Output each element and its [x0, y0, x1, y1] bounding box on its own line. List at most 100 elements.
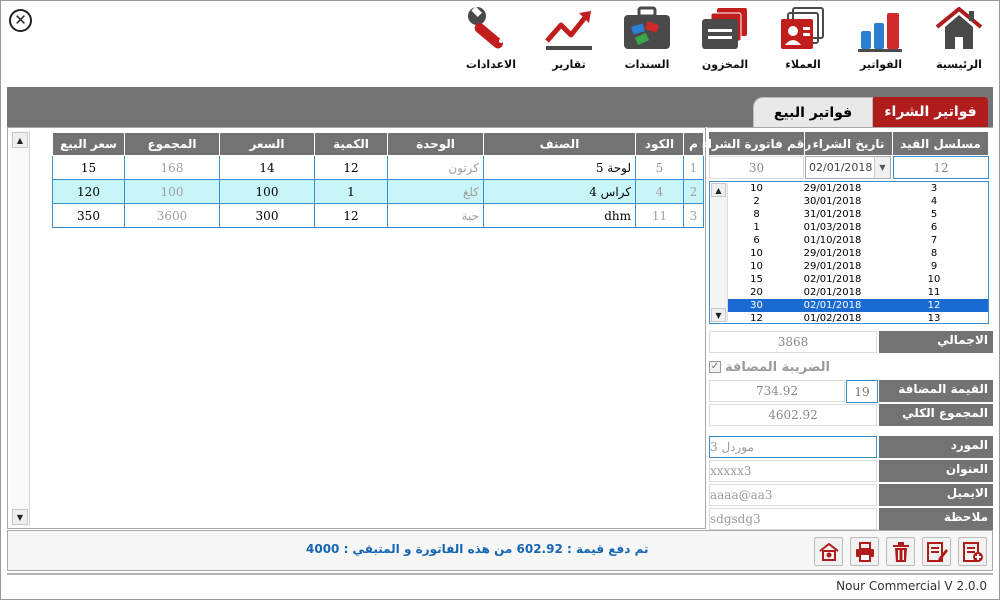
trend-up-icon: [545, 11, 592, 50]
col-header-sell-price[interactable]: سعر البيع: [52, 132, 125, 156]
scroll-up-icon[interactable]: ▲: [12, 132, 28, 148]
col-header-total[interactable]: المجموع: [124, 132, 220, 156]
close-icon[interactable]: ✕: [9, 9, 32, 32]
note-input[interactable]: sdgsdg3: [709, 508, 877, 530]
footer-divider: [7, 573, 993, 575]
list-item-date: 01/10/2018: [803, 235, 862, 246]
col-header-num[interactable]: م: [683, 132, 704, 156]
list-item[interactable]: 6 01/10/2018 7: [728, 234, 988, 247]
toolbar-inventory-button[interactable]: المخزون: [697, 5, 753, 83]
scroll-down-icon[interactable]: ▼: [711, 308, 726, 322]
email-input[interactable]: aaaa@aa3: [709, 484, 877, 506]
cell-item[interactable]: كراس 4: [483, 179, 636, 204]
scroll-down-icon[interactable]: ▼: [12, 509, 28, 525]
invoice-no-input[interactable]: 30: [709, 156, 804, 179]
vat-check-label: الضريبة المضافة: [725, 359, 830, 375]
list-item[interactable]: 10 29/01/2018 9: [728, 260, 988, 273]
items-scrollbar[interactable]: ▲ ▼: [11, 131, 30, 526]
invoice-no-header: رقم فاتورة الشراء: [702, 132, 811, 155]
list-item-inv: 20: [750, 287, 763, 298]
cell-total: 168: [124, 155, 220, 180]
list-item[interactable]: 15 02/01/2018 10: [728, 273, 988, 286]
cell-item[interactable]: لوحة 5: [483, 155, 636, 180]
bar-chart-icon: [858, 13, 902, 52]
tab-sales-invoices[interactable]: فواتير البيع: [753, 97, 873, 127]
cell-unit[interactable]: كلغ: [387, 179, 484, 204]
table-row[interactable]: 120 100 100 1 كلغ كراس 4 4 2: [52, 179, 704, 204]
toolbar-invoices-button[interactable]: الفواتير: [853, 5, 909, 83]
supplier-input[interactable]: موردل 3: [709, 436, 877, 458]
cell-sell-price[interactable]: 350: [52, 203, 125, 228]
vat-checkbox[interactable]: الضريبة المضافة ✓: [709, 357, 879, 377]
purchase-date-value: 02/01/2018: [809, 161, 873, 174]
delete-button[interactable]: [886, 537, 915, 566]
list-item[interactable]: 30 02/01/2018 12: [728, 299, 988, 312]
col-header-unit[interactable]: الوحدة: [387, 132, 484, 156]
chevron-down-icon[interactable]: ▼: [874, 157, 890, 178]
grand-total-value: 4602.92: [709, 404, 877, 426]
app-window: ✕ الرئيسية الفواتير العملاء المخزون السن…: [0, 0, 1000, 600]
toolbar-vouchers-button[interactable]: السندات: [619, 5, 675, 83]
cell-unit[interactable]: حبة: [387, 203, 484, 228]
listbox-scrollbar[interactable]: ▲ ▼: [711, 183, 728, 322]
toolbar-home-button[interactable]: الرئيسية: [931, 5, 987, 83]
list-item-serial: 5: [930, 209, 938, 220]
edit-document-icon: [926, 541, 948, 562]
home-icon: [935, 7, 983, 49]
cell-sell-price[interactable]: 15: [52, 155, 125, 180]
cell-price[interactable]: 100: [219, 179, 315, 204]
invoice-listbox[interactable]: ▲ ▼ 10 29/01/2018 3 2 30/01/2018 4 8 31/01/2018…: [709, 181, 989, 324]
table-row[interactable]: 350 3600 300 12 حبة dhm 11 3: [52, 203, 704, 228]
supplier-label: المورد: [879, 436, 993, 459]
list-item[interactable]: 8 31/01/2018 5: [728, 208, 988, 221]
tab-purchase-invoices[interactable]: فواتير الشراء: [873, 97, 988, 127]
col-header-qty[interactable]: الكمية: [314, 132, 388, 156]
cell-price[interactable]: 300: [219, 203, 315, 228]
cell-unit[interactable]: كرتون: [387, 155, 484, 180]
list-item[interactable]: 12 01/02/2018 13: [728, 312, 988, 325]
col-header-price[interactable]: السعر: [219, 132, 315, 156]
vat-rate-input[interactable]: 19: [846, 380, 878, 403]
table-header-row: سعر البيع المجموع السعر الكمية الوحدة ال…: [52, 132, 704, 156]
vat-amount-value: 734.92: [709, 380, 845, 402]
address-input[interactable]: xxxxx3: [709, 460, 877, 482]
serial-input[interactable]: 12: [893, 156, 989, 179]
list-item[interactable]: 10 29/01/2018 3: [728, 182, 988, 195]
total-value: 3868: [709, 331, 877, 353]
list-item[interactable]: 1 01/03/2018 6: [728, 221, 988, 234]
list-item-serial: 12: [927, 300, 941, 311]
edit-button[interactable]: [922, 537, 951, 566]
checkmark-icon[interactable]: ✓: [709, 361, 721, 373]
list-item-date: 01/03/2018: [803, 222, 862, 233]
list-item[interactable]: 10 29/01/2018 8: [728, 247, 988, 260]
list-item[interactable]: 2 30/01/2018 4: [728, 195, 988, 208]
col-header-code[interactable]: الكود: [635, 132, 684, 156]
invoice-info-panel: مسلسل القيد تاريخ الشراء رقم فاتورة الشر…: [702, 127, 993, 531]
home-document-button[interactable]: [814, 537, 843, 566]
list-item[interactable]: 20 02/01/2018 11: [728, 286, 988, 299]
new-invoice-button[interactable]: [958, 537, 987, 566]
list-item-date: 29/01/2018: [803, 248, 862, 259]
cell-sell-price[interactable]: 120: [52, 179, 125, 204]
cell-qty[interactable]: 12: [314, 155, 388, 180]
cell-num: 2: [683, 179, 704, 204]
scroll-up-icon[interactable]: ▲: [711, 183, 726, 197]
cell-qty[interactable]: 12: [314, 203, 388, 228]
cell-price[interactable]: 14: [219, 155, 315, 180]
cell-code[interactable]: 4: [635, 179, 684, 204]
toolbar-settings-button[interactable]: الاعدادات: [463, 5, 519, 83]
cell-item[interactable]: dhm: [483, 203, 636, 228]
print-button[interactable]: [850, 537, 879, 566]
trash-icon: [892, 541, 909, 562]
cell-code[interactable]: 5: [635, 155, 684, 180]
cell-qty[interactable]: 1: [314, 179, 388, 204]
toolbar-settings-label: الاعدادات: [465, 58, 517, 71]
col-header-item[interactable]: الصنف: [483, 132, 636, 156]
toolbar-clients-label: العملاء: [785, 58, 821, 71]
invoice-list-rows: 10 29/01/2018 3 2 30/01/2018 4 8 31/01/2018 5 1 01…: [728, 182, 988, 325]
toolbar-reports-button[interactable]: تقارير: [541, 5, 597, 83]
purchase-date-picker[interactable]: 02/01/2018 ▼: [805, 156, 891, 179]
toolbar-clients-button[interactable]: العملاء: [775, 5, 831, 83]
table-row[interactable]: 15 168 14 12 كرتون لوحة 5 5 1: [52, 155, 704, 180]
cell-code[interactable]: 11: [635, 203, 684, 228]
